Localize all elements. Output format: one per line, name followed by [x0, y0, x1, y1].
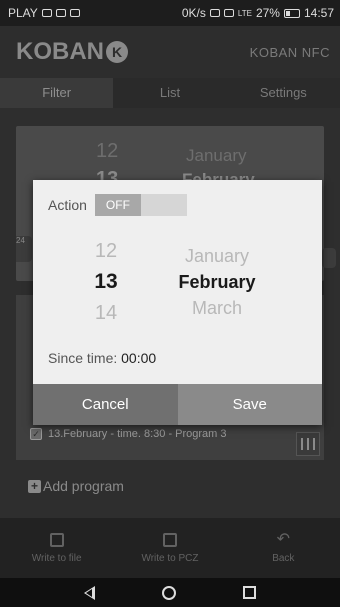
tab-filter[interactable]: Filter [0, 78, 114, 108]
side-handle-right [322, 248, 336, 268]
back-arrow-icon: ↶ [276, 530, 291, 548]
export-icon [162, 532, 177, 547]
tab-bar: Filter List Settings [0, 78, 340, 108]
save-button[interactable]: Save [177, 384, 322, 425]
notification-icon [41, 9, 52, 17]
since-time-value: 00:00 [121, 350, 157, 366]
status-bar: PLAY 0K/s LTE 27% 14:57 [0, 0, 340, 26]
checkbox-checked-icon[interactable]: ✓ [30, 428, 42, 440]
delete-program-button[interactable] [296, 432, 320, 456]
program-list-item[interactable]: ✓ 13.February - time. 8:30 - Program 3 [30, 428, 324, 440]
write-to-pcz-button[interactable]: Write to PCZ [113, 518, 226, 578]
month-option-prev[interactable]: January [157, 246, 277, 267]
write-file-label: Write to file [31, 552, 82, 564]
lte-signal-icon: LTE [237, 8, 252, 18]
bg-day-prev: 12 [96, 140, 119, 162]
add-program-button[interactable]: + Add program [28, 478, 124, 494]
cancel-button[interactable]: Cancel [33, 384, 178, 425]
logo-mark-icon: K [106, 41, 128, 63]
tab-list[interactable]: List [113, 78, 226, 108]
action-toggle[interactable]: OFF [94, 194, 187, 216]
date-time-dialog: Action OFF 12 13 14 January February Mar… [33, 180, 322, 425]
status-left: PLAY [8, 6, 80, 20]
day-option-next[interactable]: 14 [81, 302, 131, 325]
side-handle-label: 24 [16, 236, 25, 245]
program-item-label: 13.February - time. 8:30 - Program 3 [48, 428, 227, 440]
save-file-icon [49, 532, 64, 547]
since-time-label: Since time: [48, 350, 118, 366]
write-to-file-button[interactable]: Write to file [0, 518, 113, 578]
side-handle-left: 24 [16, 236, 32, 262]
trash-bar-icon [301, 438, 303, 450]
day-option-prev[interactable]: 12 [81, 240, 131, 263]
app-title: KOBAN NFC [249, 44, 330, 60]
logo-text: KOBAN [16, 38, 104, 65]
trash-bar-icon [307, 438, 309, 450]
app-notification-icon [69, 9, 80, 17]
nfc-icon [209, 9, 220, 17]
alarm-icon [223, 9, 234, 17]
tab-settings[interactable]: Settings [227, 78, 340, 108]
month-option-selected[interactable]: February [157, 272, 277, 293]
action-row: Action OFF [48, 194, 187, 216]
nav-home-icon[interactable] [161, 585, 176, 600]
back-button[interactable]: ↶ Back [227, 518, 340, 578]
bottom-toolbar: Write to file Write to PCZ ↶ Back [0, 518, 340, 578]
add-program-label: Add program [43, 478, 124, 494]
toggle-off-label: OFF [94, 194, 141, 216]
since-time-field[interactable]: Since time: 00:00 [48, 350, 156, 366]
dialog-buttons: Cancel Save [33, 384, 322, 425]
koban-logo: KOBAN K [16, 38, 128, 66]
message-icon [55, 9, 66, 17]
action-label: Action [48, 197, 87, 213]
plus-icon: + [28, 479, 41, 493]
day-option-selected[interactable]: 13 [81, 270, 131, 294]
back-label: Back [272, 552, 295, 564]
trash-bar-icon [313, 438, 315, 450]
carrier-label: PLAY [8, 6, 38, 20]
network-speed: 0K/s [181, 6, 206, 20]
system-nav-bar [0, 578, 340, 607]
clock: 14:57 [303, 6, 334, 20]
bg-month-prev: January [186, 146, 247, 165]
nav-recents-icon[interactable] [243, 586, 257, 599]
battery-percent: 27% [255, 6, 280, 20]
status-right: 0K/s LTE 27% 14:57 [182, 6, 334, 20]
month-option-next[interactable]: March [157, 298, 277, 319]
battery-icon [283, 8, 300, 18]
app-header: KOBAN K KOBAN NFC [0, 26, 340, 78]
nav-back-icon[interactable] [83, 585, 95, 600]
write-pcz-label: Write to PCZ [141, 552, 199, 564]
